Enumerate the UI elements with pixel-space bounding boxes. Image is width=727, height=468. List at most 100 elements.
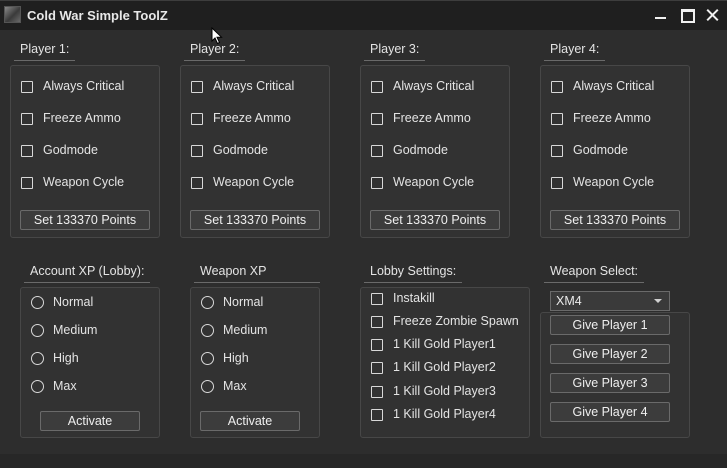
account-xp-title: Account XP (Lobby): (24, 260, 151, 283)
option-label: Weapon Cycle (573, 175, 655, 189)
option-label: Max (53, 379, 77, 393)
option-label: Medium (53, 323, 98, 337)
option-label: Weapon Cycle (393, 175, 475, 189)
option-label: Normal (223, 295, 264, 309)
player-1-panel: Always Critical Freeze Ammo Godmode Weap… (10, 65, 160, 238)
maximize-button[interactable] (678, 5, 698, 25)
checkbox[interactable] (371, 113, 383, 125)
checkbox[interactable] (21, 81, 33, 93)
player-2-panel: Always Critical Freeze Ammo Godmode Weap… (180, 65, 330, 238)
lobby-settings-title: Lobby Settings: (364, 260, 463, 283)
option-label: Godmode (213, 143, 268, 157)
option-label: Godmode (573, 143, 628, 157)
player-4-group: Player 4: Always Critical Freeze Ammo Go… (540, 38, 690, 238)
option-label: Max (223, 379, 247, 393)
checkbox[interactable] (371, 409, 383, 421)
option-label: Normal (53, 295, 94, 309)
player-3-set-points-button[interactable]: Set 133370 Points (370, 210, 500, 230)
option-label: Always Critical (573, 79, 655, 93)
checkbox[interactable] (371, 177, 383, 189)
option-label: Freeze Zombie Spawn (393, 314, 519, 328)
weapon-select-group: Weapon Select: XM4 Give Player 1 Give Pl… (540, 260, 690, 438)
checkbox[interactable] (371, 362, 383, 374)
option-label: High (223, 351, 249, 365)
give-player-3-button[interactable]: Give Player 3 (550, 373, 670, 393)
weapon-dropdown[interactable]: XM4 (550, 291, 670, 311)
player-4-set-points-button[interactable]: Set 133370 Points (550, 210, 680, 230)
player-3-title: Player 3: (364, 38, 426, 61)
radio-button[interactable] (31, 296, 44, 309)
checkbox[interactable] (371, 386, 383, 398)
player-1-set-points-button[interactable]: Set 133370 Points (20, 210, 150, 230)
app-icon (4, 6, 21, 23)
weapon-dropdown-value: XM4 (556, 294, 582, 308)
player-1-title: Player 1: (14, 38, 76, 61)
player-2-set-points-button[interactable]: Set 133370 Points (190, 210, 320, 230)
checkbox[interactable] (371, 81, 383, 93)
player-3-group: Player 3: Always Critical Freeze Ammo Go… (360, 38, 510, 238)
option-label: Instakill (393, 291, 435, 305)
weapon-xp-title: Weapon XP (Lobby): (194, 260, 320, 300)
minimize-button[interactable] (651, 5, 671, 25)
option-label: Godmode (43, 143, 98, 157)
checkbox[interactable] (191, 145, 203, 157)
title-bar: Cold War Simple ToolZ (0, 0, 727, 30)
weapon-xp-group: Weapon XP (Lobby): Normal Medium High Ma… (190, 260, 320, 438)
weapon-xp-panel: Normal Medium High Max Activate (190, 287, 320, 438)
radio-button[interactable] (31, 324, 44, 337)
option-label: Weapon Cycle (43, 175, 125, 189)
weapon-select-title: Weapon Select: (544, 260, 645, 283)
option-label: Freeze Ammo (43, 111, 121, 125)
checkbox[interactable] (21, 113, 33, 125)
window-title: Cold War Simple ToolZ (27, 8, 168, 23)
checkbox[interactable] (21, 145, 33, 157)
player-2-title: Player 2: (184, 38, 246, 61)
account-xp-panel: Normal Medium High Max Activate (20, 287, 160, 438)
player-4-title: Player 4: (544, 38, 606, 61)
option-label: Medium (223, 323, 268, 337)
radio-button[interactable] (201, 324, 214, 337)
option-label: 1 Kill Gold Player3 (393, 384, 496, 398)
radio-button[interactable] (201, 352, 214, 365)
close-button[interactable] (703, 5, 723, 25)
checkbox[interactable] (21, 177, 33, 189)
player-3-panel: Always Critical Freeze Ammo Godmode Weap… (360, 65, 510, 238)
checkbox[interactable] (191, 81, 203, 93)
option-label: Weapon Cycle (213, 175, 295, 189)
chevron-down-icon (654, 299, 662, 303)
option-label: Godmode (393, 143, 448, 157)
option-label: High (53, 351, 79, 365)
account-xp-activate-button[interactable]: Activate (40, 411, 140, 431)
weapon-select-panel: Give Player 1 Give Player 2 Give Player … (540, 312, 690, 438)
radio-button[interactable] (201, 380, 214, 393)
checkbox[interactable] (371, 293, 383, 305)
give-player-1-button[interactable]: Give Player 1 (550, 315, 670, 335)
checkbox[interactable] (371, 339, 383, 351)
option-label: Freeze Ammo (213, 111, 291, 125)
give-player-4-button[interactable]: Give Player 4 (550, 402, 670, 422)
lobby-settings-group: Lobby Settings: Instakill Freeze Zombie … (360, 260, 530, 438)
lobby-settings-panel: Instakill Freeze Zombie Spawn 1 Kill Gol… (360, 287, 530, 438)
option-label: Always Critical (393, 79, 475, 93)
player-1-group: Player 1: Always Critical Freeze Ammo Go… (10, 38, 160, 238)
checkbox[interactable] (551, 145, 563, 157)
checkbox[interactable] (551, 81, 563, 93)
checkbox[interactable] (191, 113, 203, 125)
weapon-xp-activate-button[interactable]: Activate (200, 411, 300, 431)
checkbox[interactable] (371, 145, 383, 157)
checkbox[interactable] (371, 316, 383, 328)
player-4-panel: Always Critical Freeze Ammo Godmode Weap… (540, 65, 690, 238)
give-player-2-button[interactable]: Give Player 2 (550, 344, 670, 364)
checkbox[interactable] (551, 177, 563, 189)
bottom-strip (0, 454, 727, 468)
checkbox[interactable] (551, 113, 563, 125)
checkbox[interactable] (191, 177, 203, 189)
option-label: Always Critical (43, 79, 125, 93)
option-label: 1 Kill Gold Player1 (393, 337, 496, 351)
option-label: Freeze Ammo (393, 111, 471, 125)
radio-button[interactable] (31, 352, 44, 365)
radio-button[interactable] (201, 296, 214, 309)
option-label: 1 Kill Gold Player4 (393, 407, 496, 421)
radio-button[interactable] (31, 380, 44, 393)
player-2-group: Player 2: Always Critical Freeze Ammo Go… (180, 38, 330, 238)
